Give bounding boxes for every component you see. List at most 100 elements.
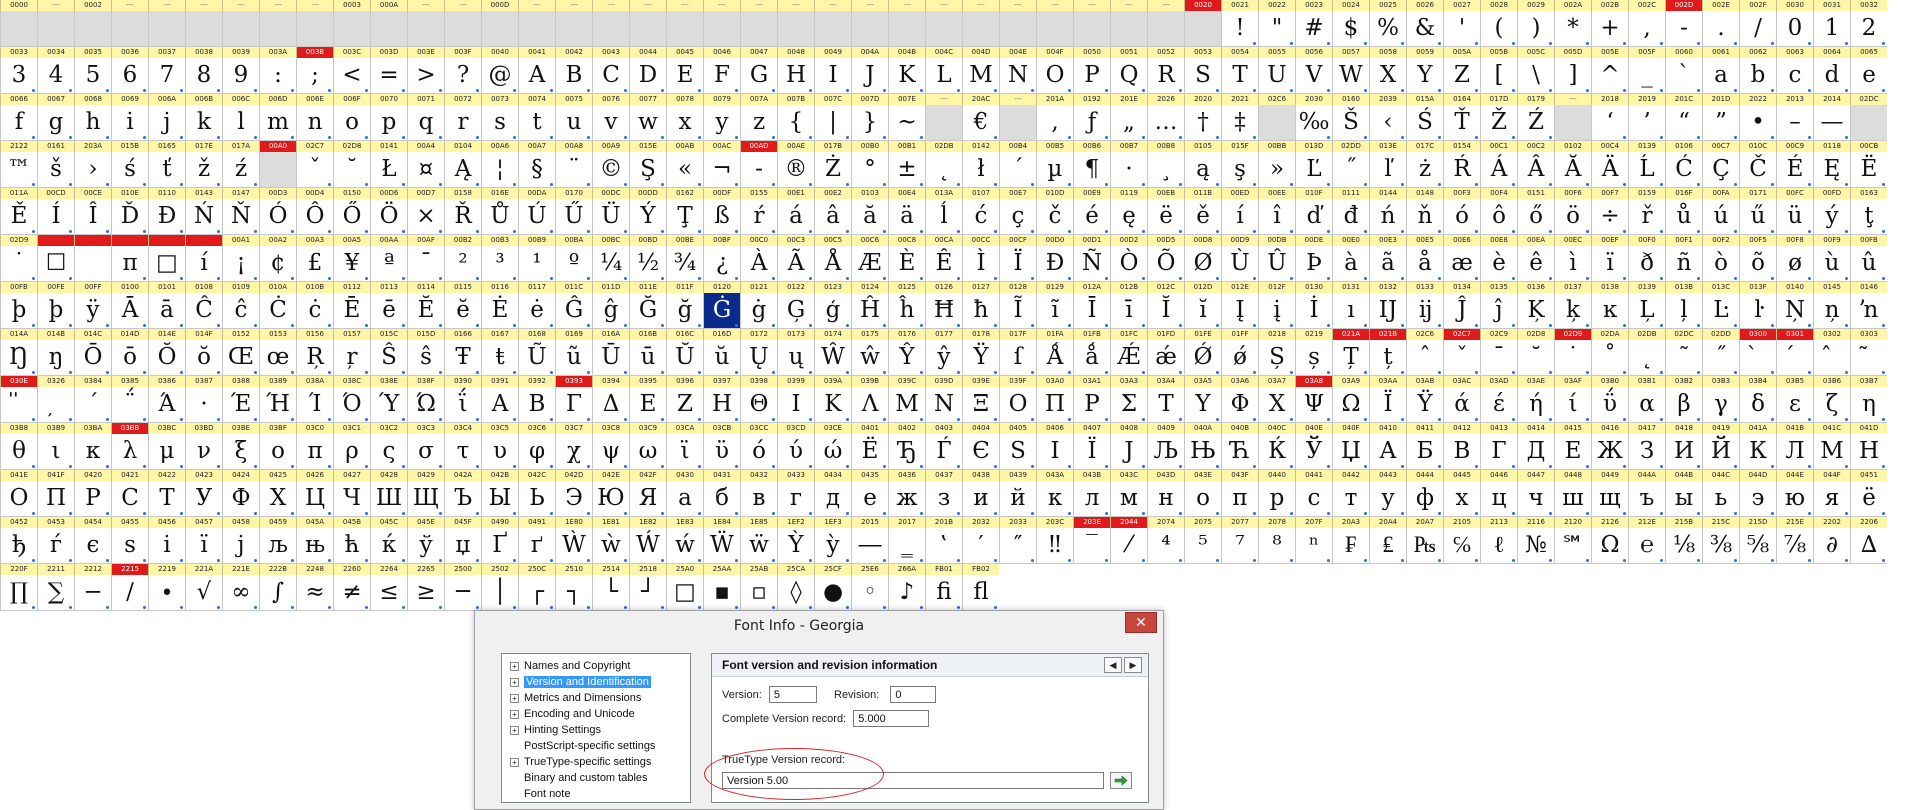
glyph-cell[interactable]: Ą xyxy=(444,152,481,188)
glyph-cell[interactable]: Ş xyxy=(629,152,666,188)
glyph-cell[interactable]: % xyxy=(1369,11,1406,47)
glyph-cell[interactable]: ŉ xyxy=(1850,293,1887,329)
glyph-cell[interactable]: Ŋ xyxy=(0,340,37,376)
glyph-cell[interactable]: ß xyxy=(703,199,740,235)
glyph-cell[interactable]: Ā xyxy=(111,293,148,329)
glyph-cell[interactable]: C xyxy=(592,58,629,94)
glyph-cell[interactable]: Û xyxy=(1258,246,1295,282)
glyph-cell[interactable]: ’ xyxy=(1628,105,1665,141)
glyph-cell[interactable]: ĩ xyxy=(1036,293,1073,329)
glyph-cell[interactable]: a xyxy=(1702,58,1739,94)
glyph-cell[interactable]: ŧ xyxy=(481,340,518,376)
glyph-cell[interactable]: Ò xyxy=(1110,246,1147,282)
glyph-cell[interactable]: ċ xyxy=(296,293,333,329)
glyph-cell[interactable]: å xyxy=(1406,246,1443,282)
glyph-cell[interactable]: v xyxy=(592,105,629,141)
glyph-cell[interactable] xyxy=(222,11,259,47)
glyph-cell[interactable]: ₤ xyxy=(1369,528,1406,564)
glyph-cell[interactable]: ˘ xyxy=(1517,340,1554,376)
glyph-cell[interactable]: τ xyxy=(444,434,481,470)
glyph-cell[interactable]: Ŀ xyxy=(1702,293,1739,329)
glyph-cell[interactable]: ĕ xyxy=(444,293,481,329)
glyph-cell[interactable]: ű xyxy=(1739,199,1776,235)
glyph-cell[interactable]: р xyxy=(1258,481,1295,517)
glyph-cell[interactable]: Σ xyxy=(1110,387,1147,423)
glyph-cell[interactable]: ğ xyxy=(666,293,703,329)
glyph-cell[interactable]: ) xyxy=(1517,11,1554,47)
glyph-cell[interactable]: F xyxy=(703,58,740,94)
glyph-cell[interactable]: і xyxy=(148,528,185,564)
glyph-cell[interactable]: * xyxy=(1554,11,1591,47)
glyph-cell[interactable]: ! xyxy=(1221,11,1258,47)
glyph-cell[interactable]: „ xyxy=(1110,105,1147,141)
glyph-cell[interactable]: ¯ xyxy=(407,246,444,282)
glyph-cell[interactable]: ½ xyxy=(629,246,666,282)
glyph-cell[interactable]: f xyxy=(0,105,37,141)
glyph-cell[interactable]: Ē xyxy=(333,293,370,329)
glyph-cell[interactable]: Ω xyxy=(1332,387,1369,423)
glyph-cell[interactable]: ∞ xyxy=(222,575,259,611)
glyph-cell[interactable]: н xyxy=(1147,481,1184,517)
glyph-cell[interactable]: ¼ xyxy=(592,246,629,282)
glyph-cell[interactable]: è xyxy=(1480,246,1517,282)
glyph-cell[interactable]: į xyxy=(1258,293,1295,329)
glyph-cell[interactable]: Џ xyxy=(1332,434,1369,470)
glyph-cell[interactable] xyxy=(185,11,222,47)
glyph-cell[interactable]: σ xyxy=(407,434,444,470)
glyph-cell[interactable]: 4 xyxy=(37,58,74,94)
glyph-cell[interactable]: ĝ xyxy=(592,293,629,329)
glyph-cell[interactable]: 7 xyxy=(148,58,185,94)
glyph-cell[interactable]: Ĉ xyxy=(185,293,222,329)
glyph-cell[interactable]: έ xyxy=(1480,387,1517,423)
glyph-cell[interactable]: $ xyxy=(1332,11,1369,47)
glyph-cell[interactable]: Ġ xyxy=(703,293,740,329)
glyph-cell[interactable]: ä xyxy=(888,199,925,235)
glyph-cell[interactable]: " xyxy=(1258,11,1295,47)
glyph-cell[interactable]: \ xyxy=(1517,58,1554,94)
glyph-cell[interactable] xyxy=(74,11,111,47)
glyph-cell[interactable]: é xyxy=(1073,199,1110,235)
glyph-cell[interactable]: ∫ xyxy=(259,575,296,611)
glyph-cell[interactable]: | xyxy=(814,105,851,141)
glyph-cell[interactable]: ‗ xyxy=(888,528,925,564)
glyph-cell[interactable]: ы xyxy=(1665,481,1702,517)
glyph-cell[interactable]: С xyxy=(111,481,148,517)
glyph-cell[interactable] xyxy=(444,11,481,47)
tree-item[interactable]: PostScript-specific settings xyxy=(502,738,690,754)
glyph-cell[interactable]: ⁸ xyxy=(1258,528,1295,564)
glyph-cell[interactable]: Я xyxy=(629,481,666,517)
glyph-cell[interactable]: Ц xyxy=(296,481,333,517)
glyph-cell[interactable]: Т xyxy=(148,481,185,517)
glyph-cell[interactable]: ˜ xyxy=(1665,340,1702,376)
glyph-cell[interactable]: Ê xyxy=(925,246,962,282)
glyph-cell[interactable]: Ĳ xyxy=(1369,293,1406,329)
glyph-cell[interactable]: B xyxy=(555,58,592,94)
glyph-cell[interactable]: ö xyxy=(1554,199,1591,235)
glyph-cell[interactable]: Â xyxy=(1517,152,1554,188)
glyph-cell[interactable]: õ xyxy=(1739,246,1776,282)
glyph-cell[interactable]: Ș xyxy=(1258,340,1295,376)
glyph-cell[interactable] xyxy=(481,11,518,47)
glyph-cell[interactable]: Ň xyxy=(222,199,259,235)
glyph-cell[interactable]: Η xyxy=(703,387,740,423)
glyph-cell[interactable]: Ь xyxy=(518,481,555,517)
glyph-cell[interactable]: — xyxy=(1813,105,1850,141)
glyph-cell[interactable]: K xyxy=(888,58,925,94)
glyph-cell[interactable]: ] xyxy=(1554,58,1591,94)
glyph-cell[interactable]: Ю xyxy=(592,481,629,517)
glyph-cell[interactable]: Д xyxy=(1517,434,1554,470)
glyph-cell[interactable]: Ă xyxy=(1554,152,1591,188)
glyph-cell[interactable]: Ä xyxy=(1591,152,1628,188)
glyph-cell[interactable]: Α xyxy=(481,387,518,423)
glyph-cell[interactable]: у xyxy=(1369,481,1406,517)
complete-version-field[interactable]: 5.000 xyxy=(853,710,930,727)
glyph-cell[interactable]: ź xyxy=(222,152,259,188)
glyph-cell[interactable]: ψ xyxy=(592,434,629,470)
glyph-cell[interactable]: ь xyxy=(1702,481,1739,517)
glyph-cell[interactable]: ſ xyxy=(999,340,1036,376)
glyph-cell[interactable]: - xyxy=(1665,11,1702,47)
glyph-cell[interactable]: φ xyxy=(518,434,555,470)
glyph-cell[interactable]: } xyxy=(851,105,888,141)
glyph-cell[interactable] xyxy=(111,11,148,47)
glyph-cell[interactable]: Й xyxy=(1702,434,1739,470)
